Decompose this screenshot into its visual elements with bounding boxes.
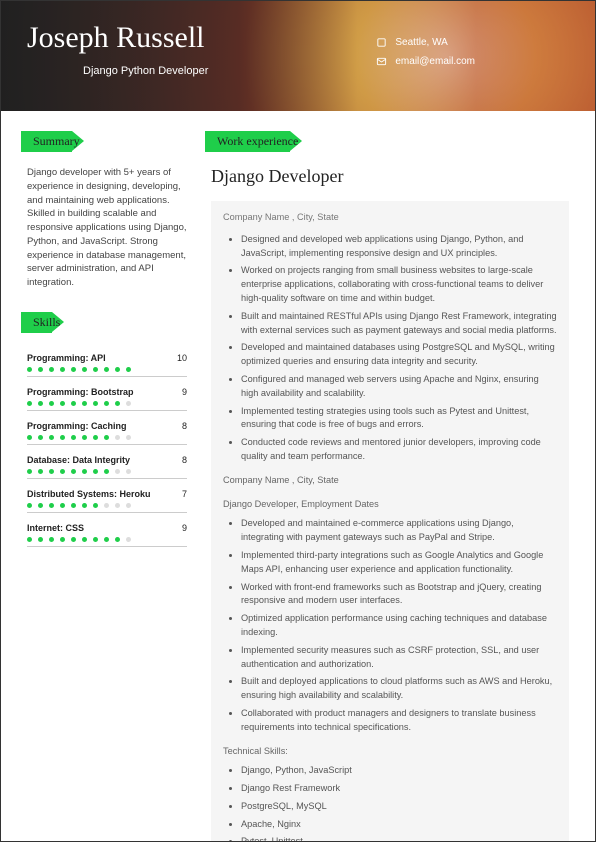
email-row: email@email.com <box>376 56 475 67</box>
left-column: Summary Django developer with 5+ years o… <box>27 131 187 842</box>
header: Joseph Russell Django Python Developer S… <box>1 1 595 111</box>
skill-item: Programming: API 10 <box>27 353 187 377</box>
skill-name: Distributed Systems: Heroku <box>27 489 151 499</box>
company-1: Company Name , City, State <box>223 211 557 225</box>
skill-dots <box>27 401 187 406</box>
list-item: Apache, Nginx <box>241 818 557 832</box>
tech-list: Django, Python, JavaScript Django Rest Fr… <box>223 764 557 842</box>
contact-block: Seattle, WA email@email.com <box>376 37 475 75</box>
skill-name: Programming: Bootstrap <box>27 387 134 397</box>
body: Summary Django developer with 5+ years o… <box>1 111 595 842</box>
person-name: Joseph Russell <box>27 21 569 55</box>
skill-name: Database: Data Integrity <box>27 455 130 465</box>
summary-text: Django developer with 5+ years of experi… <box>27 166 187 290</box>
location-text: Seattle, WA <box>395 37 447 48</box>
skill-level: 9 <box>182 523 187 533</box>
skill-name: Programming: API <box>27 353 106 363</box>
skills-heading: Skills <box>27 312 70 333</box>
skill-dots <box>27 435 187 440</box>
right-column: Work experience Django Developer Company… <box>211 131 569 842</box>
list-item: Pytest, Unittest <box>241 835 557 842</box>
skill-name: Internet: CSS <box>27 523 84 533</box>
role-title: Django Developer <box>211 166 569 187</box>
job-title-header: Django Python Developer <box>83 65 569 77</box>
skill-dots <box>27 537 187 542</box>
skill-item: Programming: Caching 8 <box>27 421 187 445</box>
skill-name: Programming: Caching <box>27 421 127 431</box>
list-item: Implemented third-party integrations suc… <box>241 549 557 577</box>
skill-level: 7 <box>182 489 187 499</box>
skill-item: Distributed Systems: Heroku 7 <box>27 489 187 513</box>
list-item: Worked with front-end frameworks such as… <box>241 581 557 609</box>
list-item: Django Rest Framework <box>241 782 557 796</box>
location-row: Seattle, WA <box>376 37 475 48</box>
list-item: Conducted code reviews and mentored juni… <box>241 436 557 464</box>
skill-dots <box>27 469 187 474</box>
skill-level: 8 <box>182 421 187 431</box>
company-2: Company Name , City, State <box>223 474 557 488</box>
list-item: Implemented security measures such as CS… <box>241 644 557 672</box>
skill-dots <box>27 503 187 508</box>
list-item: Configured and managed web servers using… <box>241 373 557 401</box>
list-item: Developed and maintained databases using… <box>241 341 557 369</box>
skill-level: 8 <box>182 455 187 465</box>
skill-dots <box>27 367 187 372</box>
list-item: Developed and maintained e-commerce appl… <box>241 517 557 545</box>
list-item: Designed and developed web applications … <box>241 233 557 261</box>
email-icon <box>376 56 387 67</box>
skill-item: Programming: Bootstrap 9 <box>27 387 187 411</box>
email-text: email@email.com <box>395 56 475 67</box>
list-item: Collaborated with product managers and d… <box>241 707 557 735</box>
experience-heading: Work experience <box>211 131 308 152</box>
skill-item: Internet: CSS 9 <box>27 523 187 547</box>
list-item: Worked on projects ranging from small bu… <box>241 264 557 305</box>
bullets-2: Developed and maintained e-commerce appl… <box>223 517 557 734</box>
list-item: Built and maintained RESTful APIs using … <box>241 310 557 338</box>
subheading-2: Django Developer, Employment Dates <box>223 498 557 512</box>
skills-list: Programming: API 10 Programming: Bootstrap… <box>27 353 187 547</box>
list-item: PostgreSQL, MySQL <box>241 800 557 814</box>
bullets-1: Designed and developed web applications … <box>223 233 557 464</box>
tech-heading: Technical Skills: <box>223 745 557 759</box>
location-icon <box>376 37 387 48</box>
list-item: Optimized application performance using … <box>241 612 557 640</box>
resume-page: Joseph Russell Django Python Developer S… <box>0 0 596 842</box>
job-block: Company Name , City, State Designed and … <box>211 201 569 842</box>
summary-heading: Summary <box>27 131 90 152</box>
list-item: Django, Python, JavaScript <box>241 764 557 778</box>
list-item: Implemented testing strategies using too… <box>241 405 557 433</box>
skill-item: Database: Data Integrity 8 <box>27 455 187 479</box>
skill-level: 10 <box>177 353 187 363</box>
list-item: Built and deployed applications to cloud… <box>241 675 557 703</box>
skill-level: 9 <box>182 387 187 397</box>
